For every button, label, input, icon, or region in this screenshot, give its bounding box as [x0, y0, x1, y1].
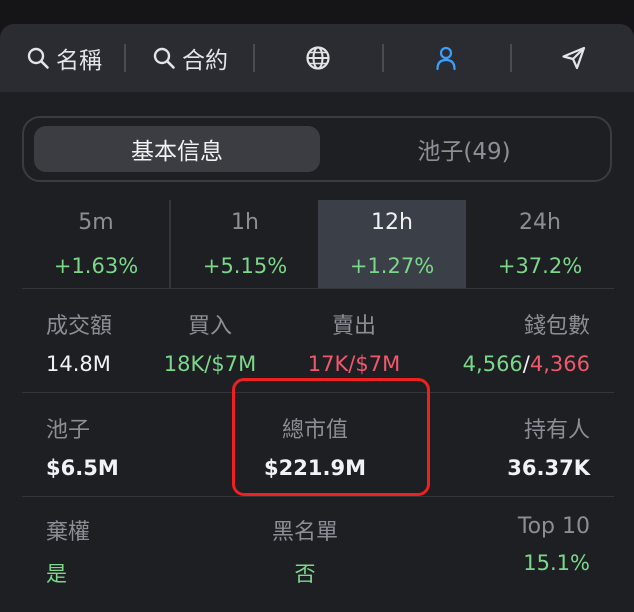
price-change: +5.15% — [202, 254, 288, 278]
timeframe-label: 24h — [519, 210, 561, 235]
wallets-separator: / — [522, 352, 530, 376]
toolbar-divider — [382, 44, 384, 72]
renounced-stat: 棄權 是 — [46, 514, 90, 588]
holders-stat: 持有人 36.37K — [440, 412, 590, 480]
blacklist-label: 黑名單 — [271, 520, 338, 545]
blacklist-stat: 黑名單 否 — [230, 514, 380, 588]
renounced-label: 棄權 — [46, 520, 91, 545]
price-change: +1.27% — [349, 254, 435, 278]
wallets-sell-count: 4,366 — [529, 352, 590, 376]
paper-plane-icon — [561, 45, 587, 71]
timeframe-label: 12h — [371, 210, 413, 235]
pool-stat: 池子 $6.5M — [46, 412, 119, 480]
timeframe-label: 5m — [78, 210, 114, 235]
timeframe-12h[interactable]: 12h +1.27% — [318, 200, 466, 288]
market-cap-highlight — [232, 378, 430, 496]
wallets-label: 錢包數 — [523, 314, 590, 339]
sells-label: 賣出 — [331, 314, 376, 339]
volume-stat: 成交額 14.8M — [46, 308, 112, 376]
search-icon — [152, 46, 176, 70]
tab-basic-info[interactable]: 基本信息 — [34, 126, 320, 172]
timeframe-1h[interactable]: 1h +5.15% — [171, 200, 319, 288]
user-icon — [434, 45, 458, 71]
pool-value: $6.5M — [46, 456, 119, 480]
volume-label: 成交額 — [46, 314, 113, 339]
divider — [22, 496, 614, 497]
timeframe-24h[interactable]: 24h +37.2% — [466, 200, 614, 288]
price-change: +37.2% — [497, 254, 583, 278]
blacklist-value: 否 — [294, 562, 316, 586]
buys-stat: 買入 18K/$7M — [150, 308, 270, 376]
top10-label: Top 10 — [517, 514, 590, 539]
wallets-stat: 錢包數 4,566/4,366 — [420, 308, 590, 376]
telegram-button[interactable] — [542, 24, 606, 92]
renounced-value: 是 — [46, 562, 67, 586]
price-change: +1.63% — [53, 254, 139, 278]
profile-button[interactable] — [414, 24, 478, 92]
search-icon — [26, 46, 50, 70]
info-tabs: 基本信息 池子(49) — [22, 116, 612, 182]
holders-label: 持有人 — [523, 418, 590, 443]
wallets-buy-count: 4,566 — [462, 352, 523, 376]
tab-pools[interactable]: 池子(49) — [324, 126, 604, 172]
holders-value: 36.37K — [507, 456, 590, 480]
sells-value: 17K/$7M — [307, 352, 401, 376]
search-contract-label: 合約 — [182, 48, 228, 74]
globe-icon — [305, 45, 331, 71]
top-toolbar: 名稱 合約 — [0, 24, 634, 92]
website-button[interactable] — [286, 24, 350, 92]
toolbar-divider — [124, 44, 126, 72]
top10-stat: Top 10 15.1% — [440, 514, 590, 575]
wallets-value: 4,566/4,366 — [420, 352, 590, 376]
toolbar-divider — [510, 44, 512, 72]
volume-value: 14.8M — [46, 352, 111, 376]
top10-value: 15.1% — [523, 551, 590, 575]
buys-value: 18K/$7M — [163, 352, 257, 376]
divider — [22, 288, 614, 289]
pool-label: 池子 — [46, 418, 91, 443]
buys-label: 買入 — [187, 314, 232, 339]
search-name-button[interactable]: 名稱 — [14, 24, 114, 92]
timeframe-label: 1h — [231, 210, 259, 235]
timeframe-5m[interactable]: 5m +1.63% — [22, 200, 170, 288]
search-contract-button[interactable]: 合約 — [140, 24, 240, 92]
sells-stat: 賣出 17K/$7M — [294, 308, 414, 376]
toolbar-divider — [253, 44, 255, 72]
search-name-label: 名稱 — [56, 48, 102, 74]
